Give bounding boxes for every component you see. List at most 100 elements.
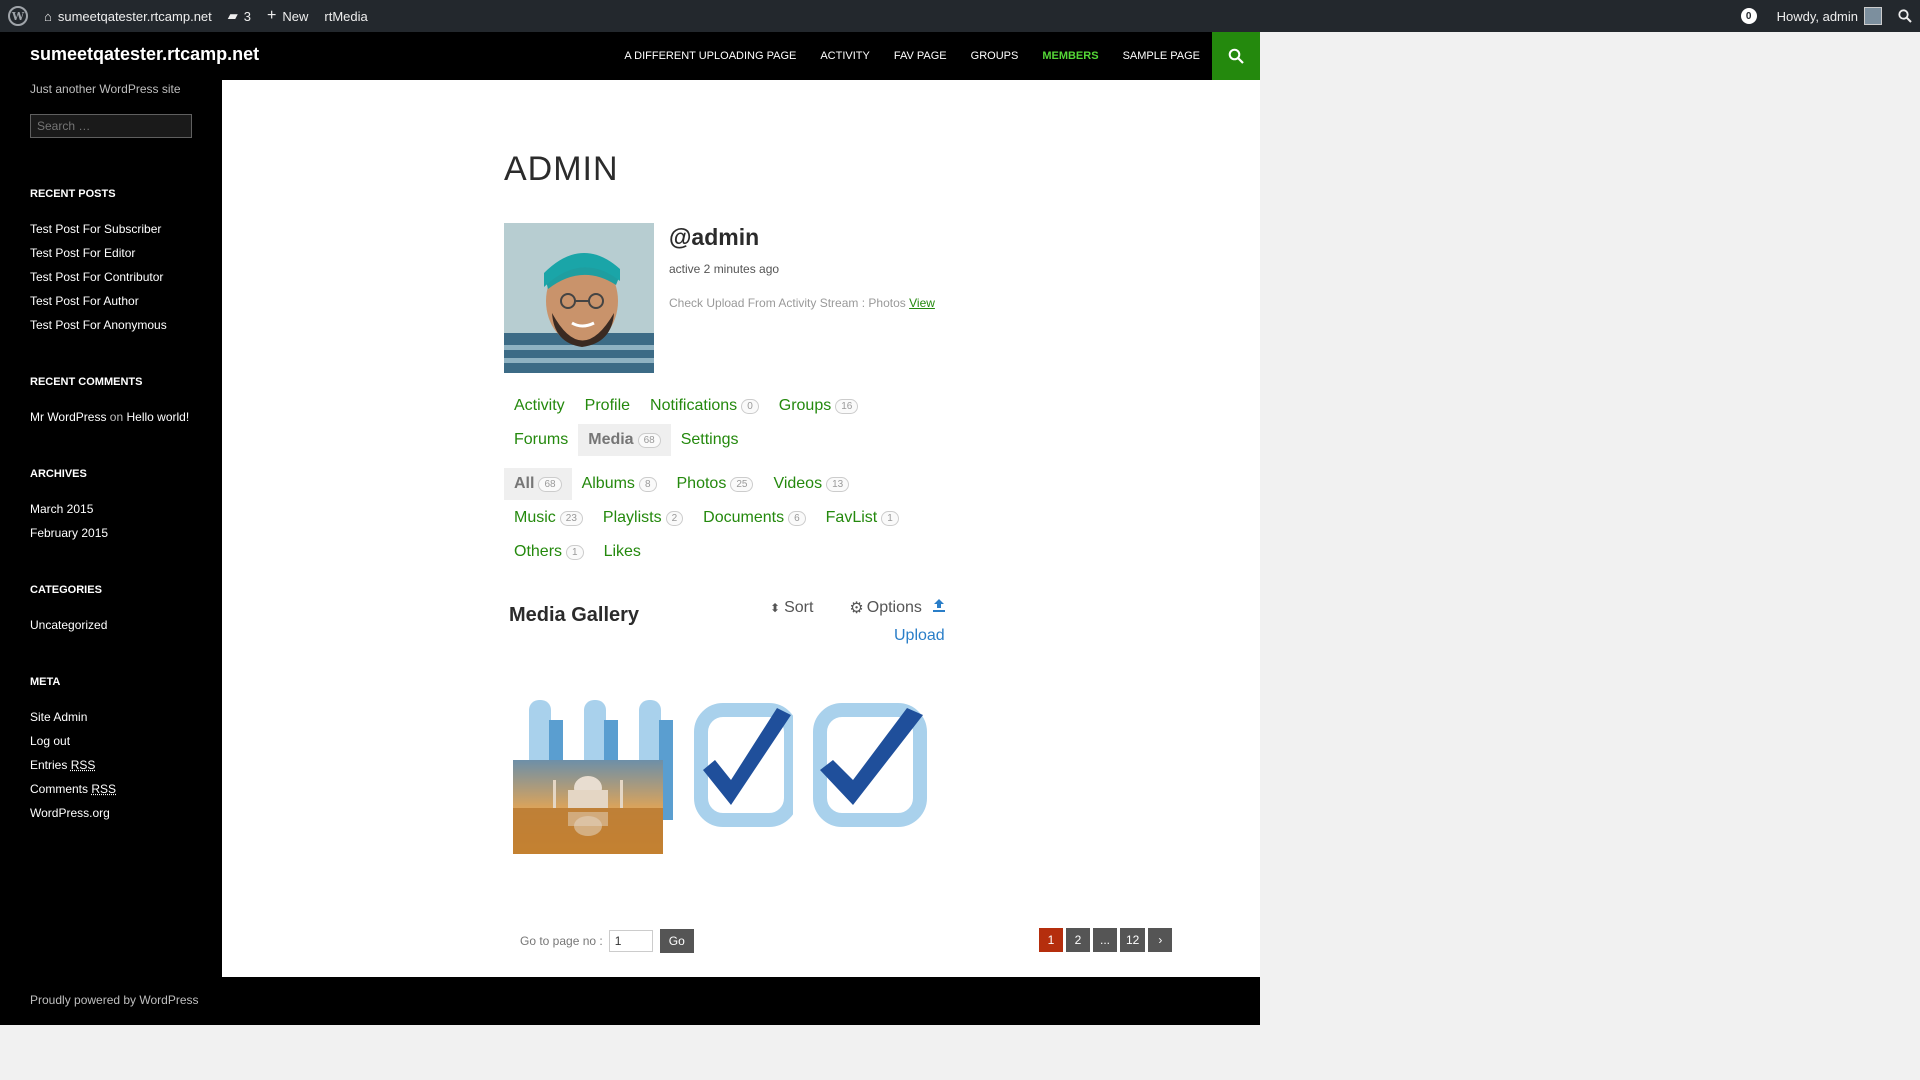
admin-avatar (1864, 7, 1882, 25)
profile-tab-settings[interactable]: Settings (671, 424, 749, 456)
nav-item-members[interactable]: MEMBERS (1030, 50, 1110, 62)
rss-abbr: RSS (91, 782, 117, 796)
media-item[interactable] (513, 760, 663, 854)
media-tab-albums[interactable]: Albums 8 (572, 468, 667, 500)
home-icon: ⌂ (44, 8, 52, 24)
wordpress-org-link[interactable]: WordPress.org (30, 806, 110, 820)
media-tab-favlist[interactable]: FavList 1 (816, 502, 909, 534)
profile-tab-notifications[interactable]: Notifications 0 (640, 390, 769, 422)
tab-label: All (514, 475, 535, 492)
upload-button[interactable]: Upload (894, 627, 945, 645)
new-label: New (282, 8, 309, 24)
list-item[interactable]: February 2015 (30, 524, 192, 542)
list-item[interactable]: Entries RSS (30, 756, 192, 774)
site-footer: Proudly powered by WordPress (0, 977, 1260, 1025)
recent-comments-widget: RECENT COMMENTS Mr WordPress on Hello wo… (30, 376, 192, 426)
count-badge: 13 (826, 476, 850, 492)
page-link[interactable]: 12 (1120, 928, 1146, 952)
comment-author-link[interactable]: Mr WordPress (30, 410, 106, 424)
list-item[interactable]: Test Post For Anonymous (30, 316, 192, 334)
media-tab-music[interactable]: Music 23 (504, 502, 593, 534)
rtmedia-menu[interactable]: rtMedia (316, 0, 375, 32)
media-tab-videos[interactable]: Videos 13 (763, 468, 859, 500)
pagination: 1 2 ... 12 › (1039, 928, 1175, 952)
my-account-menu[interactable]: Howdy, admin (1769, 0, 1890, 32)
recent-post-link[interactable]: Test Post For Contributor (30, 270, 163, 284)
comments-rss-link[interactable]: Comments RSS (30, 782, 116, 796)
site-title[interactable]: sumeetqatester.rtcamp.net (30, 44, 259, 65)
profile-tab-profile[interactable]: Profile (575, 390, 640, 422)
list-item[interactable]: Comments RSS (30, 780, 192, 798)
view-activity-link[interactable]: View (909, 296, 935, 310)
tab-label: Music (514, 509, 556, 526)
list-item[interactable]: Test Post For Author (30, 292, 192, 310)
archive-link[interactable]: March 2015 (30, 502, 93, 516)
nav-item-sample-page[interactable]: SAMPLE PAGE (1111, 50, 1212, 62)
profile-tab-media[interactable]: Media 68 (578, 424, 671, 456)
logout-link[interactable]: Log out (30, 734, 70, 748)
list-item[interactable]: Test Post For Editor (30, 244, 192, 262)
sidebar: Just another WordPress site RECENT POSTS… (0, 80, 222, 977)
wordpress-icon: W (8, 6, 28, 26)
tab-label: Forums (514, 431, 569, 448)
recent-post-link[interactable]: Test Post For Author (30, 294, 139, 308)
tab-label: Documents (703, 509, 785, 526)
page-link-current[interactable]: 1 (1039, 928, 1063, 952)
latest-activity-text: Check Upload From Activity Stream : Phot… (669, 296, 906, 310)
list-item[interactable]: Log out (30, 732, 192, 750)
goto-page-input[interactable] (608, 930, 653, 952)
primary-navigation: A DIFFERENT UPLOADING PAGE ACTIVITY FAV … (612, 32, 1212, 80)
list-item[interactable]: Uncategorized (30, 616, 192, 634)
nav-item-fav-page[interactable]: FAV PAGE (882, 50, 959, 62)
profile-tab-forums[interactable]: Forums (504, 424, 578, 456)
upload-icon[interactable] (931, 597, 947, 613)
list-item[interactable]: Test Post For Contributor (30, 268, 192, 286)
media-item[interactable] (693, 680, 793, 850)
media-tab-likes[interactable]: Likes (594, 536, 651, 568)
site-name-menu[interactable]: ⌂ sumeetqatester.rtcamp.net (36, 0, 220, 32)
adminbar-search[interactable] (1890, 0, 1920, 32)
search-toggle-button[interactable] (1212, 32, 1260, 80)
options-button[interactable]: ⚙ Options (849, 598, 939, 618)
profile-tab-activity[interactable]: Activity (504, 390, 575, 422)
media-subnav-row-2: Music 23 Playlists 2 Documents 6 FavList 1 (504, 502, 909, 534)
new-content-menu[interactable]: + New (259, 0, 316, 32)
sidebar-search-input[interactable] (30, 114, 192, 138)
go-button[interactable]: Go (659, 929, 694, 953)
archive-link[interactable]: February 2015 (30, 526, 108, 540)
media-tab-all[interactable]: All 68 (504, 468, 572, 500)
comments-menu[interactable]: ▰ 3 (220, 0, 259, 32)
nav-item-groups[interactable]: GROUPS (959, 50, 1031, 62)
recent-post-link[interactable]: Test Post For Anonymous (30, 318, 167, 332)
sort-icon: ⬍ (770, 601, 781, 615)
nav-item-activity[interactable]: ACTIVITY (808, 50, 882, 62)
profile-nav-row-1: Activity Profile Notifications 0 Groups 16 (504, 390, 868, 422)
category-link[interactable]: Uncategorized (30, 618, 107, 632)
nav-item-uploading-page[interactable]: A DIFFERENT UPLOADING PAGE (612, 50, 808, 62)
recent-post-link[interactable]: Test Post For Editor (30, 246, 135, 260)
notifications-menu[interactable]: 0 (1733, 0, 1769, 32)
media-tab-others[interactable]: Others 1 (504, 536, 594, 568)
list-item[interactable]: WordPress.org (30, 804, 192, 822)
list-item[interactable]: March 2015 (30, 500, 192, 518)
media-tab-playlists[interactable]: Playlists 2 (593, 502, 693, 534)
recent-post-link[interactable]: Test Post For Subscriber (30, 222, 161, 236)
site-admin-link[interactable]: Site Admin (30, 710, 87, 724)
comment-post-link[interactable]: Hello world! (127, 410, 190, 424)
site-container: sumeetqatester.rtcamp.net A DIFFERENT UP… (0, 32, 1260, 1025)
next-page-button[interactable]: › (1148, 928, 1173, 952)
profile-tab-groups[interactable]: Groups 16 (769, 390, 869, 422)
media-item[interactable] (805, 680, 935, 850)
media-tab-photos[interactable]: Photos 25 (667, 468, 764, 500)
media-tab-documents[interactable]: Documents 6 (693, 502, 815, 534)
entries-rss-link[interactable]: Entries RSS (30, 758, 95, 772)
wp-logo-menu[interactable]: W (0, 0, 36, 32)
page-link[interactable]: 2 (1066, 928, 1090, 952)
footer-credit-link[interactable]: Proudly powered by WordPress (30, 993, 199, 1007)
list-item[interactable]: Site Admin (30, 708, 192, 726)
gear-icon: ⚙ (849, 600, 864, 617)
media-gallery-grid (509, 680, 979, 940)
sort-button[interactable]: ⬍ Sort (770, 599, 831, 617)
user-avatar[interactable] (504, 223, 654, 373)
list-item[interactable]: Test Post For Subscriber (30, 220, 192, 238)
